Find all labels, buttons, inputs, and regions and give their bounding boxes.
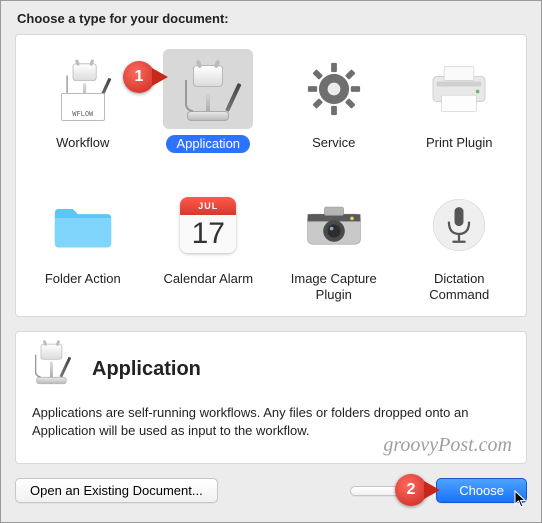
type-item-application[interactable]: Application xyxy=(146,45,272,163)
type-item-folder-action[interactable]: Folder Action xyxy=(20,181,146,308)
type-item-label: Dictation Command xyxy=(404,271,514,304)
folder-icon xyxy=(38,185,128,265)
microphone-icon xyxy=(414,185,504,265)
type-item-service[interactable]: Service xyxy=(271,45,397,163)
type-item-label: Image Capture Plugin xyxy=(279,271,389,304)
type-item-print-plugin[interactable]: Print Plugin xyxy=(397,45,523,163)
type-item-calendar-alarm[interactable]: JUL 17 Calendar Alarm xyxy=(146,181,272,308)
type-item-label: Service xyxy=(312,135,355,151)
type-item-label: Workflow xyxy=(56,135,109,151)
description-panel: Application Applications are self-runnin… xyxy=(15,331,527,465)
choose-button[interactable]: Choose xyxy=(436,478,527,503)
description-text: Applications are self-running workflows.… xyxy=(32,404,510,442)
prompt-label: Choose a type for your document: xyxy=(17,11,527,26)
type-item-label: Application xyxy=(166,135,250,153)
footer-buttons: Open an Existing Document... Choose 2 xyxy=(15,478,527,503)
application-icon xyxy=(32,346,80,394)
type-item-image-capture-plugin[interactable]: Image Capture Plugin xyxy=(271,181,397,308)
workflow-icon: WFLOW xyxy=(38,49,128,129)
calendar-icon: JUL 17 xyxy=(163,185,253,265)
open-existing-button[interactable]: Open an Existing Document... xyxy=(15,478,218,503)
type-item-workflow[interactable]: WFLOW Workflow xyxy=(20,45,146,163)
application-icon xyxy=(163,49,253,129)
close-button[interactable] xyxy=(350,486,422,496)
type-item-label: Folder Action xyxy=(45,271,121,287)
type-grid-panel: WFLOW Workflow Application xyxy=(15,34,527,317)
description-title: Application xyxy=(92,358,201,381)
camera-icon xyxy=(289,185,379,265)
gear-icon xyxy=(289,49,379,129)
printer-icon xyxy=(414,49,504,129)
type-item-dictation-command[interactable]: Dictation Command xyxy=(397,181,523,308)
type-grid: WFLOW Workflow Application xyxy=(20,45,522,308)
type-item-label: Print Plugin xyxy=(426,135,492,151)
type-item-label: Calendar Alarm xyxy=(163,271,253,287)
